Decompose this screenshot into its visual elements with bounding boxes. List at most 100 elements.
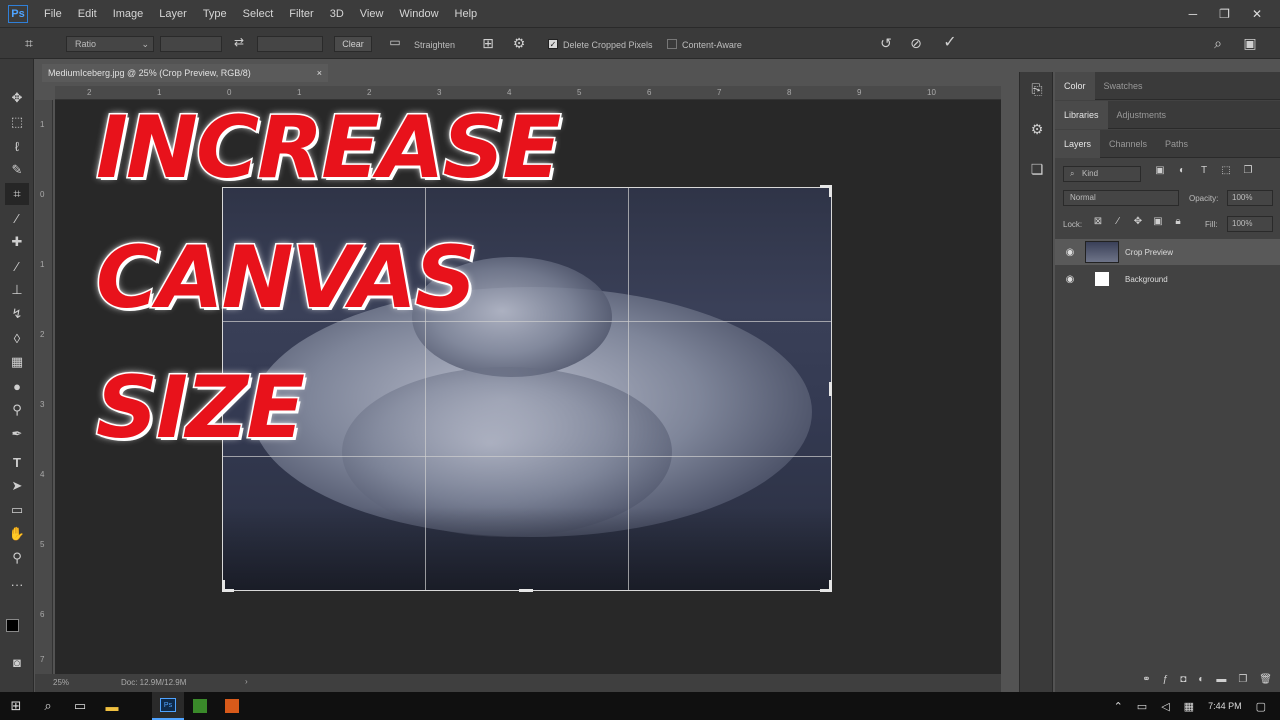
layer-row-background[interactable]: ◉ Background [1055,266,1280,292]
search-icon[interactable]: ⌕ [32,692,64,720]
straighten-icon[interactable]: ▭ [386,36,404,48]
crop-handle-right-mid[interactable] [829,382,832,396]
swap-icon[interactable]: ⇄ [230,36,248,48]
lock-position-icon[interactable]: ✥ [1131,217,1145,227]
new-layer-icon[interactable]: ❐ [1238,675,1247,685]
trash-icon[interactable]: 🗑︎ [1259,675,1272,685]
menu-help[interactable]: Help [455,8,478,20]
rectangle-tool-icon[interactable]: ▭ [5,499,29,521]
tab-libraries[interactable]: Libraries [1064,110,1099,120]
mask-icon[interactable]: ◘ [1180,675,1186,685]
lock-pixels-icon[interactable]: ⊠ [1091,217,1105,227]
menu-file[interactable]: File [44,8,62,20]
cancel-icon[interactable]: ⊘ [906,36,926,50]
filter-shape-icon[interactable]: ⬚ [1219,166,1233,176]
opacity-input[interactable]: 100% [1227,190,1273,206]
path-select-tool-icon[interactable]: ➤ [5,475,29,497]
menu-window[interactable]: Window [399,8,438,20]
lock-paint-icon[interactable]: ∕ [1111,217,1125,227]
properties-panel-icon[interactable]: ⚙ [1027,122,1047,136]
notifications-icon[interactable]: ▢ [1256,700,1266,713]
content-aware-checkbox[interactable] [667,39,677,49]
filter-smart-icon[interactable]: ❐ [1241,166,1255,176]
eyedropper-tool-icon[interactable]: ⁄ [5,207,29,229]
stamp-tool-icon[interactable]: ⊥ [5,279,29,301]
clone-source-panel-icon[interactable]: ❏ [1027,162,1047,176]
overlay-grid-icon[interactable]: ⊞ [478,36,498,50]
quick-select-tool-icon[interactable]: ✎ [5,159,29,181]
clear-button[interactable]: Clear [334,36,372,52]
commit-check-icon[interactable]: ✓ [940,35,960,51]
brush-tool-icon[interactable]: ∕ [5,255,29,277]
history-panel-icon[interactable]: ⎘ [1027,82,1047,96]
windows-start-icon[interactable]: ⊞ [0,692,32,720]
adjustment-layer-icon[interactable]: ◐ [1198,675,1204,685]
fx-icon[interactable]: ƒ [1163,675,1169,685]
quick-mask-icon[interactable]: ◙ [5,651,29,673]
ratio-dropdown[interactable]: Ratio ⌄ [66,36,154,52]
menu-view[interactable]: View [360,8,384,20]
lock-artboard-icon[interactable]: ▣ [1151,217,1165,227]
layer-filter-kind[interactable]: ⌕ Kind [1063,166,1141,182]
close-button[interactable]: ✕ [1252,7,1262,21]
file-explorer-icon[interactable]: ▬ [96,692,128,720]
history-brush-tool-icon[interactable]: ↯ [5,303,29,325]
tab-layers[interactable]: Layers [1064,139,1091,149]
minimize-button[interactable]: ─ [1189,7,1198,21]
healing-tool-icon[interactable]: ✚ [5,231,29,253]
crop-tool-icon[interactable]: ⌗ [20,36,38,50]
tab-swatches[interactable]: Swatches [1104,81,1143,91]
type-tool-icon[interactable]: T [5,451,29,473]
clock[interactable]: 7:44 PM [1208,701,1242,711]
menu-edit[interactable]: Edit [78,8,97,20]
chevron-right-icon[interactable]: › [245,677,248,686]
straighten-label[interactable]: Straighten [414,40,455,50]
reset-icon[interactable]: ↺ [876,36,896,50]
camtasia-taskbar-icon[interactable] [184,692,216,720]
ratio-height-input[interactable] [257,36,323,52]
volume-icon[interactable]: ◁ [1161,700,1169,713]
zoom-level[interactable]: 25% [53,678,69,687]
marquee-tool-icon[interactable]: ⬚ [5,111,29,133]
more-tools-icon[interactable]: ··· [5,573,29,595]
group-folder-icon[interactable]: ▬ [1216,675,1226,685]
dodge-tool-icon[interactable]: ⚲ [5,399,29,421]
crop-handle-top-right-v[interactable] [829,185,832,197]
lasso-tool-icon[interactable]: ℓ [5,135,29,157]
menu-image[interactable]: Image [113,8,144,20]
move-tool-icon[interactable]: ✥ [5,87,29,109]
tab-channels[interactable]: Channels [1109,139,1147,149]
document-tab[interactable]: MediumIceberg.jpg @ 25% (Crop Preview, R… [42,64,328,82]
filter-pixel-icon[interactable]: ▣ [1153,166,1167,176]
layer-row-crop-preview[interactable]: ◉ Crop Preview [1055,239,1280,265]
photoshop-taskbar-icon[interactable]: Ps [152,692,184,720]
crop-tool-selected-icon[interactable]: ⌗ [5,183,29,205]
gradient-tool-icon[interactable]: ▦ [5,351,29,373]
filter-type-icon[interactable]: T [1197,166,1211,176]
menu-layer[interactable]: Layer [159,8,187,20]
pen-tool-icon[interactable]: ✒ [5,423,29,445]
crop-handle-bottom-mid[interactable] [519,589,533,592]
menu-filter[interactable]: Filter [289,8,313,20]
blur-tool-icon[interactable]: ● [5,375,29,397]
network-icon[interactable]: ▭ [1137,700,1147,713]
blend-mode-dropdown[interactable]: Normal [1063,190,1179,206]
workspace-icon[interactable]: ▣ [1240,36,1260,50]
ratio-width-input[interactable] [160,36,222,52]
tab-color[interactable]: Color [1064,81,1086,91]
close-tab-icon[interactable]: × [317,68,322,78]
delete-cropped-checkbox[interactable]: ✓ [548,39,558,49]
tray-chevron-icon[interactable]: ⌃ [1114,700,1123,713]
crop-handle-bottom-left-v[interactable] [222,580,225,592]
hand-tool-icon[interactable]: ✋ [5,523,29,545]
lock-all-icon[interactable]: 🔒︎ [1171,217,1185,227]
gear-icon[interactable]: ⚙ [509,36,529,50]
eye-icon[interactable]: ◉ [1055,247,1085,258]
menu-3d[interactable]: 3D [330,8,344,20]
tab-paths[interactable]: Paths [1165,139,1188,149]
keyboard-icon[interactable]: ▦ [1184,700,1194,713]
tab-adjustments[interactable]: Adjustments [1117,110,1167,120]
search-icon[interactable]: ⌕ [1208,36,1228,50]
zoom-tool-icon[interactable]: ⚲ [5,547,29,569]
filter-adjust-icon[interactable]: ◐ [1175,166,1189,176]
